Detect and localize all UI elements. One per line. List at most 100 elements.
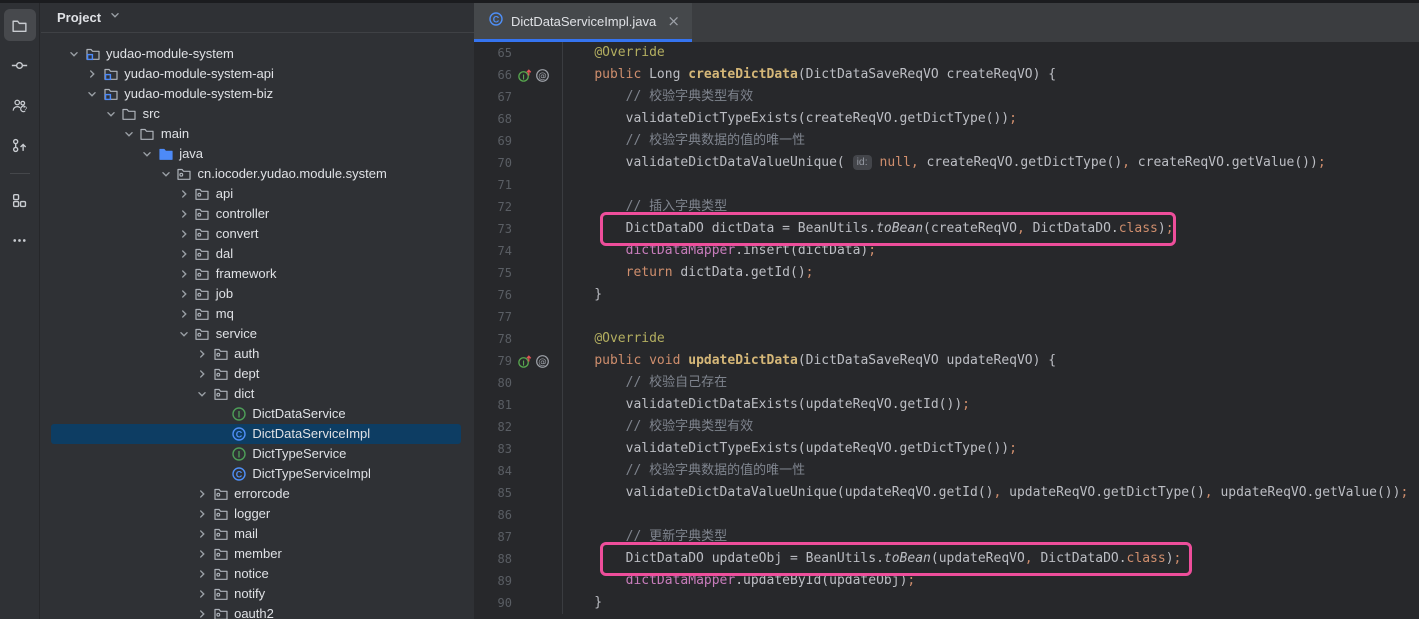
code-line-84[interactable]: 84 // 校验字典数据的值的唯一性: [474, 460, 1419, 482]
tree-item-framework[interactable]: framework: [41, 264, 474, 284]
code-line-69[interactable]: 69 // 校验字典数据的值的唯一性: [474, 130, 1419, 152]
code-line-89[interactable]: 89 dictDataMapper.updateById(updateObj);: [474, 570, 1419, 592]
tree-item-notify[interactable]: notify: [41, 584, 474, 604]
code-line-74[interactable]: 74 dictDataMapper.insert(dictData);: [474, 240, 1419, 262]
project-folder-icon[interactable]: [4, 9, 36, 41]
chevron-right-icon[interactable]: [192, 586, 212, 602]
tree-item-auth[interactable]: auth: [41, 344, 474, 364]
people-help-icon[interactable]: ?: [4, 89, 36, 121]
code-line-77[interactable]: 77: [474, 306, 1419, 328]
line-number[interactable]: 68: [474, 112, 514, 126]
tree-item-main[interactable]: main: [41, 124, 474, 144]
code-line-67[interactable]: 67 // 校验字典类型有效: [474, 86, 1419, 108]
line-number[interactable]: 89: [474, 574, 514, 588]
chevron-right-icon[interactable]: [192, 546, 212, 562]
line-number[interactable]: 86: [474, 508, 514, 522]
implements-method-gutter-icon[interactable]: I: [517, 354, 532, 369]
tree-item-dict[interactable]: dict: [41, 384, 474, 404]
code-line-71[interactable]: 71: [474, 174, 1419, 196]
line-number[interactable]: 84: [474, 464, 514, 478]
code-line-86[interactable]: 86: [474, 504, 1419, 526]
tree-item-mq[interactable]: mq: [41, 304, 474, 324]
chevron-down-icon[interactable]: [82, 86, 102, 102]
tree-item-yudao-module-system-biz[interactable]: yudao-module-system-biz: [41, 84, 474, 104]
line-number[interactable]: 69: [474, 134, 514, 148]
line-number[interactable]: 87: [474, 530, 514, 544]
tree-item-job[interactable]: job: [41, 284, 474, 304]
line-number[interactable]: 79: [474, 354, 514, 368]
line-number[interactable]: 77: [474, 310, 514, 324]
code-line-80[interactable]: 80 // 校验自己存在: [474, 372, 1419, 394]
line-number[interactable]: 74: [474, 244, 514, 258]
line-number[interactable]: 72: [474, 200, 514, 214]
tree-item-dictdataserviceimpl[interactable]: CDictDataServiceImpl: [41, 424, 474, 444]
chevron-down-icon[interactable]: [156, 166, 176, 182]
tree-item-oauth2[interactable]: oauth2: [41, 604, 474, 619]
tree-item-service[interactable]: service: [41, 324, 474, 344]
code-line-73[interactable]: 73 DictDataDO dictData = BeanUtils.toBea…: [474, 218, 1419, 240]
annotation-gutter-icon[interactable]: @: [535, 354, 550, 369]
line-number[interactable]: 66: [474, 68, 514, 82]
chevron-right-icon[interactable]: [192, 486, 212, 502]
code-line-88[interactable]: 88 DictDataDO updateObj = BeanUtils.toBe…: [474, 548, 1419, 570]
code-line-70[interactable]: 70 validateDictDataValueUnique( id: null…: [474, 152, 1419, 174]
structure-icon[interactable]: [4, 184, 36, 216]
project-panel-header[interactable]: Project: [41, 3, 474, 33]
tree-item-api[interactable]: api: [41, 184, 474, 204]
chevron-right-icon[interactable]: [174, 246, 194, 262]
line-number[interactable]: 82: [474, 420, 514, 434]
tree-item-convert[interactable]: convert: [41, 224, 474, 244]
code-line-65[interactable]: 65 @Override: [474, 42, 1419, 64]
tree-item-cn-iocoder-yudao-module-system[interactable]: cn.iocoder.yudao.module.system: [41, 164, 474, 184]
tree-item-errorcode[interactable]: errorcode: [41, 484, 474, 504]
tree-item-java[interactable]: java: [41, 144, 474, 164]
line-number[interactable]: 76: [474, 288, 514, 302]
editor-tab-dictdataserviceimpl[interactable]: C DictDataServiceImpl.java ×: [474, 3, 692, 42]
line-number[interactable]: 80: [474, 376, 514, 390]
tab-close-icon[interactable]: ×: [665, 14, 682, 29]
code-line-82[interactable]: 82 // 校验字典类型有效: [474, 416, 1419, 438]
chevron-down-icon[interactable]: [174, 326, 194, 342]
chevron-right-icon[interactable]: [192, 566, 212, 582]
line-number[interactable]: 70: [474, 156, 514, 170]
tree-item-member[interactable]: member: [41, 544, 474, 564]
tree-item-controller[interactable]: controller: [41, 204, 474, 224]
tree-item-mail[interactable]: mail: [41, 524, 474, 544]
line-number[interactable]: 71: [474, 178, 514, 192]
chevron-down-icon[interactable]: [101, 106, 121, 122]
line-number[interactable]: 83: [474, 442, 514, 456]
line-number[interactable]: 65: [474, 46, 514, 60]
chevron-right-icon[interactable]: [174, 286, 194, 302]
annotation-gutter-icon[interactable]: @: [535, 68, 550, 83]
line-number[interactable]: 90: [474, 596, 514, 610]
line-number[interactable]: 78: [474, 332, 514, 346]
chevron-right-icon[interactable]: [174, 226, 194, 242]
tree-item-dal[interactable]: dal: [41, 244, 474, 264]
chevron-right-icon[interactable]: [192, 346, 212, 362]
chevron-right-icon[interactable]: [174, 266, 194, 282]
chevron-down-icon[interactable]: [192, 386, 212, 402]
commit-icon[interactable]: [4, 49, 36, 81]
chevron-down-icon[interactable]: [137, 146, 157, 162]
chevron-down-icon[interactable]: [64, 46, 84, 62]
chevron-right-icon[interactable]: [174, 206, 194, 222]
tree-item-src[interactable]: src: [41, 104, 474, 124]
more-icon[interactable]: [4, 224, 36, 256]
tree-item-dicttypeserviceimpl[interactable]: CDictTypeServiceImpl: [41, 464, 474, 484]
chevron-right-icon[interactable]: [192, 506, 212, 522]
line-number[interactable]: 88: [474, 552, 514, 566]
code-line-87[interactable]: 87 // 更新字典类型: [474, 526, 1419, 548]
line-number[interactable]: 67: [474, 90, 514, 104]
implements-method-gutter-icon[interactable]: I: [517, 68, 532, 83]
tree-item-yudao-module-system-api[interactable]: yudao-module-system-api: [41, 64, 474, 84]
code-line-85[interactable]: 85 validateDictDataValueUnique(updateReq…: [474, 482, 1419, 504]
tree-item-notice[interactable]: notice: [41, 564, 474, 584]
line-number[interactable]: 81: [474, 398, 514, 412]
chevron-right-icon[interactable]: [174, 306, 194, 322]
code-line-83[interactable]: 83 validateDictTypeExists(updateReqVO.ge…: [474, 438, 1419, 460]
line-number[interactable]: 75: [474, 266, 514, 280]
line-number[interactable]: 85: [474, 486, 514, 500]
code-line-81[interactable]: 81 validateDictDataExists(updateReqVO.ge…: [474, 394, 1419, 416]
code-line-75[interactable]: 75 return dictData.getId();: [474, 262, 1419, 284]
chevron-right-icon[interactable]: [192, 606, 212, 619]
